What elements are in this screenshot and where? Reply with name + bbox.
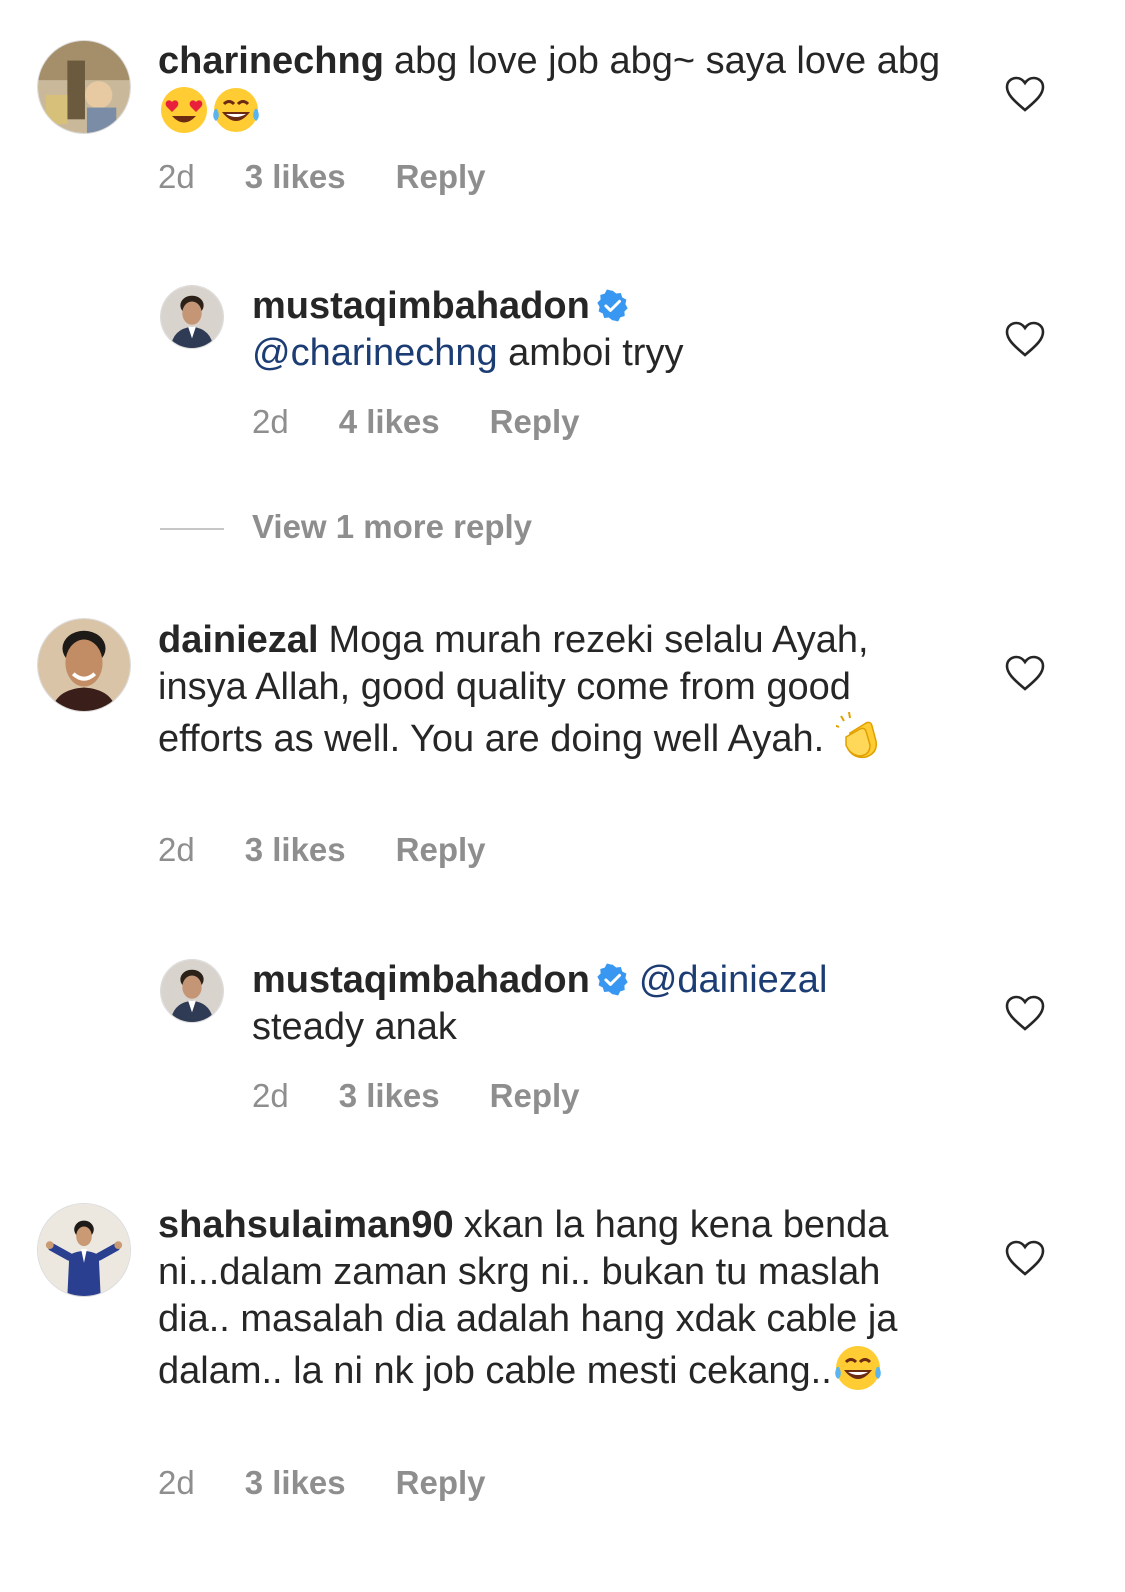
comment-meta: 2d 3 likes Reply [252,1077,580,1115]
avatar[interactable] [160,285,224,349]
comment-body: abg love job abg~ saya love abg [393,40,941,82]
like-heart-icon[interactable] [1005,995,1045,1031]
verified-badge-icon [597,289,628,322]
comment-username[interactable]: charinechng [158,40,384,82]
like-heart-icon[interactable] [1005,321,1045,357]
comment-username[interactable]: dainiezal [158,619,319,661]
reply-button[interactable]: Reply [396,1464,486,1502]
comment-username[interactable]: mustaqimbahadon [252,959,590,1001]
tears-of-joy-emoji-icon [211,85,261,135]
comment-time: 2d [158,1464,195,1501]
comment-text: dainiezal Moga murah rezeki selalu Ayah, … [158,617,948,763]
reply-button[interactable]: Reply [396,158,486,196]
avatar[interactable] [37,1203,131,1297]
comment-text: mustaqimbahadon @dainiezal steady anak [252,957,952,1051]
comment-meta: 2d 3 likes Reply [158,1464,486,1502]
reply-button[interactable]: Reply [490,1077,580,1115]
comment-username[interactable]: shahsulaiman90 [158,1204,454,1246]
comment-likes[interactable]: 3 likes [245,1464,346,1502]
comment-body: steady anak [252,1006,457,1048]
avatar[interactable] [37,40,131,134]
comment-likes[interactable]: 3 likes [245,158,346,196]
comment-text: charinechng abg love job abg~ saya love a… [158,38,948,137]
comment-likes[interactable]: 4 likes [339,403,440,441]
thread-line [160,528,224,530]
comment-time: 2d [158,158,195,195]
like-heart-icon[interactable] [1005,655,1045,691]
comment-time: 2d [252,1077,289,1114]
verified-badge-icon [597,963,628,996]
like-heart-icon[interactable] [1005,76,1045,112]
mention-link[interactable]: @dainiezal [639,959,828,1001]
comment-time: 2d [158,831,195,868]
tears-of-joy-emoji-icon [833,1343,883,1393]
heart-eyes-emoji-icon [159,85,209,135]
avatar[interactable] [160,959,224,1023]
comment-likes[interactable]: 3 likes [339,1077,440,1115]
reply-button[interactable]: Reply [396,831,486,869]
avatar[interactable] [37,618,131,712]
view-more-label[interactable]: View 1 more reply [252,508,532,546]
comment-text: mustaqimbahadon @charinechng amboi tryy [252,283,952,377]
comment-likes[interactable]: 3 likes [245,831,346,869]
comment-meta: 2d 3 likes Reply [158,831,486,869]
comment-body: amboi tryy [508,332,684,374]
like-heart-icon[interactable] [1005,1240,1045,1276]
mention-link[interactable]: @charinechng [252,332,498,374]
comment-text: shahsulaiman90 xkan la hang kena benda ni… [158,1202,948,1395]
clapping-hands-emoji-icon [835,711,886,761]
comment-meta: 2d 4 likes Reply [252,403,580,441]
reply-button[interactable]: Reply [490,403,580,441]
comment-meta: 2d 3 likes Reply [158,158,486,196]
comment-time: 2d [252,403,289,440]
comment-username[interactable]: mustaqimbahadon [252,285,590,327]
